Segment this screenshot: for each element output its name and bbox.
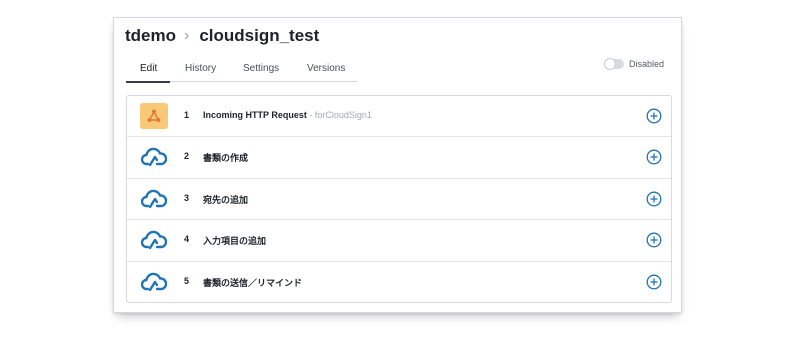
tab-bar: Edit History Settings Versions [126,60,357,83]
step-number: 2 [184,151,190,162]
page-title: cloudsign_test [199,26,320,45]
cloudsign-icon [140,144,168,170]
tab-edit[interactable]: Edit [140,63,157,74]
step-name: 書類の作成 [203,153,249,164]
tab-versions[interactable]: Versions [307,63,345,74]
breadcrumb: tdemo › cloudsign_test [125,26,319,46]
step-row[interactable]: 3 宛先の追加 [127,179,671,221]
breadcrumb-separator-icon: › [184,27,190,44]
step-row[interactable]: 1 Incoming HTTP Request - forCloudSign1 [127,96,671,138]
toggle-label: Disabled [629,59,665,69]
step-row[interactable]: 2 書類の作成 [127,137,671,179]
tab-history[interactable]: History [185,63,216,74]
toggle-knob [604,58,616,70]
step-number: 1 [184,110,190,120]
step-subtitle: - forCloudSign1 [306,110,372,120]
add-step-icon[interactable] [646,191,662,207]
flow-editor-card: tdemo › cloudsign_test Edit History Sett… [113,17,682,313]
step-name: 入力項目の追加 [203,236,267,247]
step-row[interactable]: 5 書類の送信／リマインド [127,262,671,303]
cloudsign-icon [140,227,168,253]
step-list: 1 Incoming HTTP Request - forCloudSign1 … [126,95,672,303]
step-number: 3 [184,192,190,203]
breadcrumb-workspace[interactable]: tdemo [125,26,176,46]
add-step-icon[interactable] [646,108,662,124]
step-title: Incoming HTTP Request [203,110,307,120]
cloudsign-icon [140,269,168,295]
enable-toggle[interactable]: Disabled [604,58,665,70]
step-name: 宛先の追加 [203,194,249,205]
toggle-track [604,58,624,70]
step-name: 書類の送信／リマインド [203,277,303,288]
add-step-icon[interactable] [646,274,662,290]
http-request-icon [140,103,168,129]
step-number: 5 [184,275,190,286]
cloudsign-icon [140,186,168,212]
add-step-icon[interactable] [646,149,662,165]
active-tab-indicator [126,81,170,83]
step-name: Incoming HTTP Request - forCloudSign1 [203,110,372,120]
tab-settings[interactable]: Settings [243,63,279,74]
add-step-icon[interactable] [646,232,662,248]
step-row[interactable]: 4 入力項目の追加 [127,220,671,262]
step-number: 4 [184,234,190,245]
